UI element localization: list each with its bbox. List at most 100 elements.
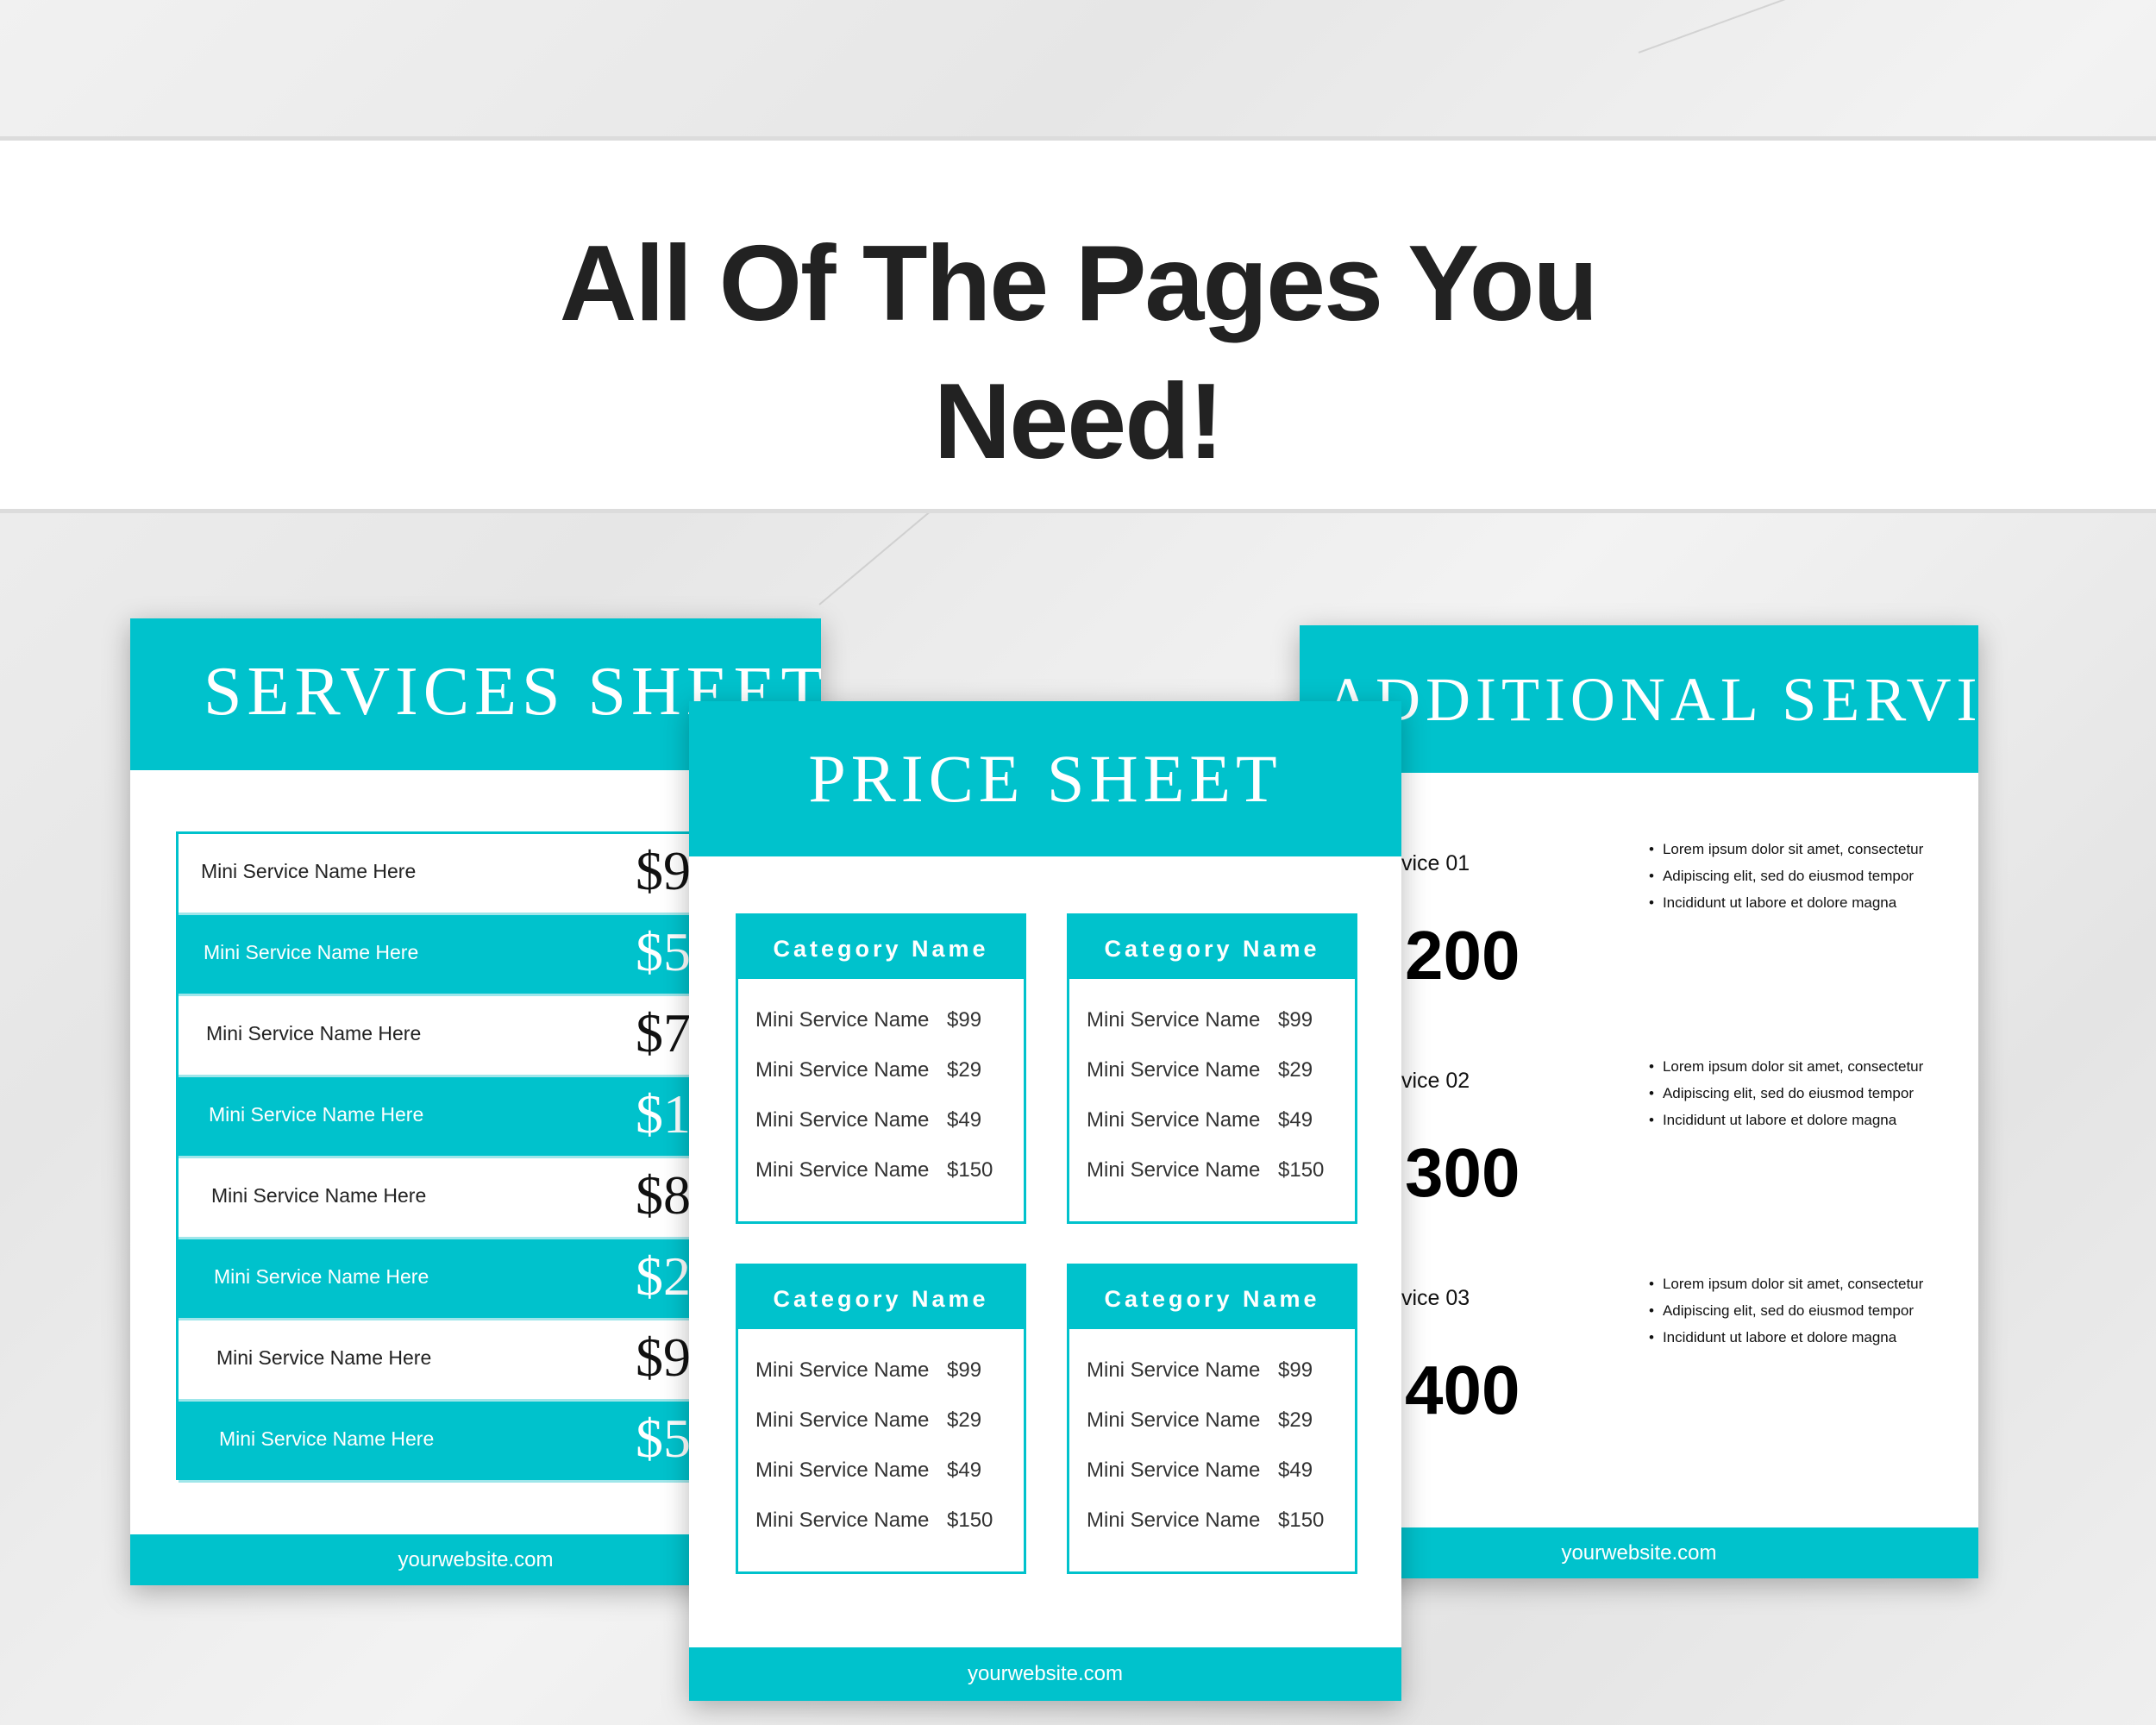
service-price: 300: [1405, 1134, 1520, 1211]
price-item: Mini Service Name $29: [755, 1408, 1014, 1433]
price-item-price: $49: [947, 1108, 982, 1132]
service-price: 400: [1405, 1352, 1520, 1428]
price-sheet-page: PRICE SHEET Category Name Mini Service Na…: [689, 701, 1401, 1701]
headline-line-2: Need!: [933, 362, 1225, 481]
category-name: Category Name: [1069, 1266, 1355, 1333]
marble-vein: [1638, 0, 1964, 53]
price-item: Mini Service Name $99: [1087, 1358, 1345, 1383]
price-item-price: $99: [947, 1358, 982, 1382]
price-item-name: Mini Service Name: [755, 1458, 930, 1482]
price-item-price: $29: [1278, 1408, 1313, 1432]
price-item-name: Mini Service Name: [755, 1008, 930, 1032]
price-item: Mini Service Name $49: [755, 1458, 1014, 1483]
service-price: $9: [636, 1327, 691, 1388]
price-item-name: Mini Service Name: [1087, 1408, 1261, 1432]
price-item: Mini Service Name $99: [755, 1358, 1014, 1383]
service-bullet: Incididunt ut labore et dolore magna: [1649, 894, 1923, 921]
price-item-price: $150: [947, 1158, 993, 1182]
headline-banner: All Of The Pages You Need!: [0, 136, 2156, 513]
price-item: Mini Service Name $150: [1087, 1509, 1345, 1533]
price-item: Mini Service Name $150: [755, 1509, 1014, 1533]
price-item: Mini Service Name $29: [1087, 1058, 1345, 1082]
service-price: $7: [636, 1002, 691, 1063]
service-name: Mini Service Name Here: [209, 1103, 424, 1126]
price-item-price: $150: [1278, 1509, 1325, 1532]
service-bullet: Adipiscing elit, sed do eiusmod tempor: [1649, 868, 1923, 894]
category-box: Category Name Mini Service Name $99 Mini Se…: [1067, 1264, 1357, 1574]
additional-service-footer: yourwebsite.com: [1300, 1527, 1978, 1578]
price-item: Mini Service Name $29: [755, 1058, 1014, 1082]
price-item-price: $49: [1278, 1108, 1313, 1132]
price-item-name: Mini Service Name: [1087, 1158, 1261, 1182]
price-sheet-title: PRICE SHEET: [808, 741, 1282, 816]
headline-line-1: All Of The Pages You: [559, 224, 1599, 343]
service-name: Mini Service Name Here: [219, 1427, 435, 1450]
service-price: $5: [636, 921, 691, 982]
price-item-price: $150: [947, 1509, 993, 1532]
additional-service-header: ADDITIONAL SERVICE: [1300, 625, 1978, 773]
service-label: vice 02: [1401, 1069, 1470, 1093]
service-name: Mini Service Name Here: [206, 1022, 422, 1044]
price-item: Mini Service Name $49: [1087, 1108, 1345, 1132]
category-name: Category Name: [738, 916, 1024, 982]
service-bullet: Lorem ipsum dolor sit amet, consectetur: [1649, 841, 1923, 868]
service-name: Mini Service Name Here: [201, 860, 417, 882]
price-sheet-header: PRICE SHEET: [689, 701, 1401, 856]
service-name: Mini Service Name Here: [204, 941, 419, 963]
price-item: Mini Service Name $150: [755, 1158, 1014, 1182]
price-item-name: Mini Service Name: [1087, 1458, 1261, 1482]
price-item-price: $99: [1278, 1358, 1313, 1382]
price-item: Mini Service Name $49: [1087, 1458, 1345, 1483]
service-label: vice 01: [1401, 851, 1470, 875]
price-item-price: $99: [1278, 1008, 1313, 1032]
service-bullet: Lorem ipsum dolor sit amet, consectetur: [1649, 1276, 1923, 1302]
price-item: Mini Service Name $29: [1087, 1408, 1345, 1433]
service-name: Mini Service Name Here: [214, 1265, 429, 1288]
category-box: Category Name Mini Service Name $99 Mini Se…: [736, 1264, 1026, 1574]
service-price: $9: [636, 840, 691, 901]
service-bullet: Adipiscing elit, sed do eiusmod tempor: [1649, 1302, 1923, 1329]
price-item-price: $49: [947, 1458, 982, 1482]
service-bullets: Lorem ipsum dolor sit amet, consecteturA…: [1649, 841, 1923, 921]
service-bullet: Incididunt ut labore et dolore magna: [1649, 1329, 1923, 1356]
category-name: Category Name: [1069, 916, 1355, 982]
service-bullets: Lorem ipsum dolor sit amet, consecteturA…: [1649, 1276, 1923, 1356]
price-item-name: Mini Service Name: [1087, 1108, 1261, 1132]
service-price: 200: [1405, 917, 1520, 994]
category-box: Category Name Mini Service Name $99 Mini Se…: [736, 913, 1026, 1224]
service-price: $5: [636, 1408, 691, 1469]
price-item: Mini Service Name $99: [755, 1008, 1014, 1032]
additional-service-page: ADDITIONAL SERVICE vice 01 200 Lorem ips…: [1300, 625, 1978, 1578]
price-item-price: $29: [1278, 1058, 1313, 1082]
service-price: $8: [636, 1164, 691, 1226]
price-item-name: Mini Service Name: [755, 1108, 930, 1132]
additional-service-title: ADDITIONAL SERVICE: [1326, 665, 1978, 734]
price-item-price: $29: [947, 1058, 982, 1082]
service-name: Mini Service Name Here: [216, 1346, 432, 1369]
price-item-name: Mini Service Name: [1087, 1058, 1261, 1082]
price-item-name: Mini Service Name: [755, 1058, 930, 1082]
price-item-name: Mini Service Name: [1087, 1358, 1261, 1382]
price-sheet-footer: yourwebsite.com: [689, 1647, 1401, 1701]
price-item-price: $29: [947, 1408, 982, 1432]
price-item-name: Mini Service Name: [755, 1509, 930, 1532]
service-bullet: Incididunt ut labore et dolore magna: [1649, 1112, 1923, 1138]
price-item: Mini Service Name $49: [755, 1108, 1014, 1132]
price-item: Mini Service Name $99: [1087, 1008, 1345, 1032]
price-item-name: Mini Service Name: [755, 1358, 930, 1382]
service-bullet: Lorem ipsum dolor sit amet, consectetur: [1649, 1058, 1923, 1085]
price-item-price: $150: [1278, 1158, 1325, 1182]
price-item-name: Mini Service Name: [1087, 1509, 1261, 1532]
price-item-name: Mini Service Name: [1087, 1008, 1261, 1032]
price-item-name: Mini Service Name: [755, 1408, 930, 1432]
category-name: Category Name: [738, 1266, 1024, 1333]
price-item-price: $99: [947, 1008, 982, 1032]
price-item-name: Mini Service Name: [755, 1158, 930, 1182]
service-bullets: Lorem ipsum dolor sit amet, consecteturA…: [1649, 1058, 1923, 1138]
service-name: Mini Service Name Here: [211, 1184, 427, 1207]
service-bullet: Adipiscing elit, sed do eiusmod tempor: [1649, 1085, 1923, 1112]
price-item-price: $49: [1278, 1458, 1313, 1482]
service-label: vice 03: [1401, 1286, 1470, 1310]
category-box: Category Name Mini Service Name $99 Mini Se…: [1067, 913, 1357, 1224]
price-item: Mini Service Name $150: [1087, 1158, 1345, 1182]
